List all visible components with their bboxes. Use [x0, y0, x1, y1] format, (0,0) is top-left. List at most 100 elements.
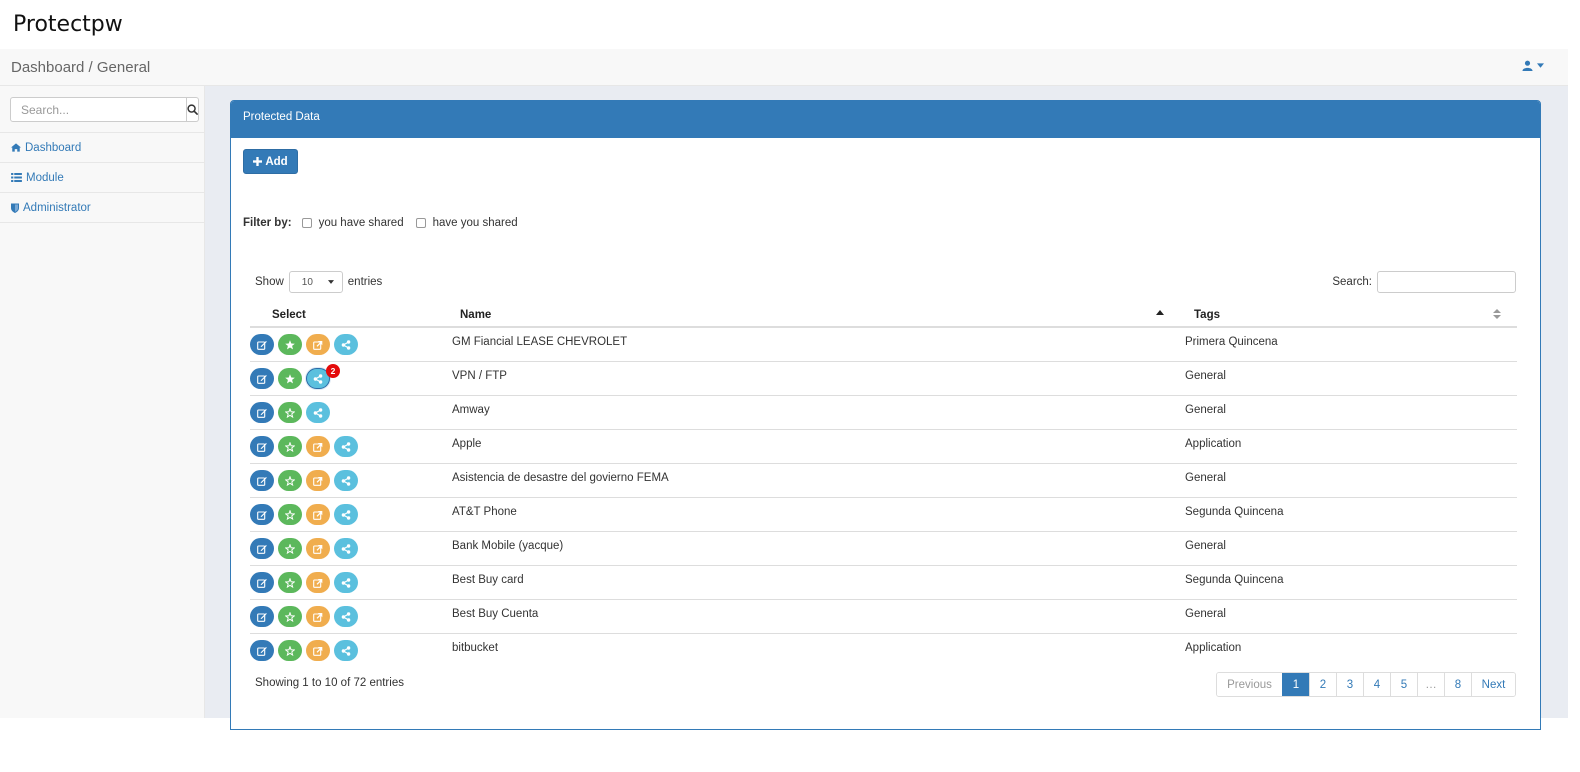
- sidebar-item-administrator[interactable]: Administrator: [0, 193, 204, 223]
- share-button[interactable]: [334, 504, 358, 525]
- caret-down-icon: [327, 280, 334, 284]
- filter-you-have-shared-checkbox[interactable]: [301, 218, 312, 228]
- edit-button[interactable]: [250, 538, 274, 559]
- open-link-button[interactable]: [306, 334, 330, 355]
- share-button[interactable]: [334, 334, 358, 355]
- share-icon: [341, 543, 351, 554]
- breadcrumb: Dashboard / General: [11, 59, 151, 76]
- open-link-button[interactable]: [306, 504, 330, 525]
- open-link-button[interactable]: [306, 606, 330, 627]
- sidebar-search-button[interactable]: [187, 97, 199, 122]
- share-button[interactable]: 2: [306, 364, 340, 389]
- share-button[interactable]: [306, 402, 330, 423]
- add-button[interactable]: Add: [243, 149, 298, 174]
- table-row: Amway General: [250, 396, 1517, 430]
- external-link-icon: [313, 646, 323, 656]
- entries-length-select[interactable]: 10: [288, 271, 343, 293]
- external-link-icon: [313, 612, 323, 622]
- open-link-button[interactable]: [306, 436, 330, 457]
- edit-button[interactable]: [250, 640, 274, 661]
- share-button[interactable]: [334, 436, 358, 457]
- star-outline-icon: [285, 475, 295, 486]
- entries-length: Show 10 entries: [255, 271, 382, 293]
- external-link-icon: [313, 510, 323, 520]
- edit-icon: [257, 340, 267, 350]
- sidebar-search-input[interactable]: [10, 97, 187, 122]
- row-tags: General: [1185, 608, 1226, 620]
- edit-button[interactable]: [250, 606, 274, 627]
- sort-both-icon[interactable]: [1493, 309, 1501, 319]
- row-tags: Primera Quincena: [1185, 336, 1278, 348]
- row-name: Best Buy Cuenta: [452, 608, 539, 620]
- row-actions: [250, 640, 358, 661]
- edit-button[interactable]: [250, 334, 274, 355]
- favorite-button[interactable]: [278, 368, 302, 389]
- table-row: Best Buy card Segunda Quincena: [250, 566, 1517, 600]
- row-tags: General: [1185, 472, 1226, 484]
- edit-button[interactable]: [250, 436, 274, 457]
- filter-option-label: have you shared: [432, 217, 518, 229]
- user-menu-dropdown[interactable]: [1522, 60, 1544, 71]
- open-link-button[interactable]: [306, 470, 330, 491]
- entries-label: entries: [347, 276, 383, 288]
- share-count-badge: 2: [326, 364, 340, 378]
- pagination-page[interactable]: 1: [1282, 673, 1309, 696]
- top-navbar: Dashboard / General: [0, 49, 1568, 86]
- favorite-button[interactable]: [278, 334, 302, 355]
- pagination-page[interactable]: 8: [1444, 673, 1471, 696]
- share-button[interactable]: [334, 606, 358, 627]
- share-icon: [341, 441, 351, 452]
- filter-have-you-shared[interactable]: have you shared: [415, 217, 518, 229]
- edit-button[interactable]: [250, 572, 274, 593]
- sort-ascending-icon[interactable]: [1156, 310, 1164, 315]
- edit-icon: [257, 510, 267, 520]
- filter-have-you-shared-checkbox[interactable]: [415, 218, 426, 228]
- share-button[interactable]: [334, 640, 358, 661]
- pagination-page[interactable]: 3: [1336, 673, 1363, 696]
- pagination-next[interactable]: Next: [1471, 673, 1515, 696]
- column-header-name[interactable]: Name: [460, 309, 491, 321]
- sidebar-item-label: Administrator: [23, 201, 91, 214]
- filter-you-have-shared[interactable]: you have shared: [301, 217, 404, 229]
- favorite-button[interactable]: [278, 470, 302, 491]
- edit-button[interactable]: [250, 402, 274, 423]
- open-link-button[interactable]: [306, 538, 330, 559]
- filter-option-label: you have shared: [318, 217, 404, 229]
- row-name: bitbucket: [452, 642, 499, 654]
- open-link-button[interactable]: [306, 572, 330, 593]
- row-tags: General: [1185, 404, 1226, 416]
- sidebar-item-module[interactable]: Module: [0, 163, 204, 193]
- favorite-button[interactable]: [278, 640, 302, 661]
- edit-button[interactable]: [250, 504, 274, 525]
- pagination-page[interactable]: 5: [1390, 673, 1417, 696]
- external-link-icon: [313, 340, 323, 350]
- external-link-icon: [313, 544, 323, 554]
- sidebar-item-dashboard[interactable]: Dashboard: [0, 133, 204, 163]
- pagination-previous[interactable]: Previous: [1217, 673, 1282, 696]
- favorite-button[interactable]: [278, 504, 302, 525]
- favorite-button[interactable]: [278, 402, 302, 423]
- column-header-tags[interactable]: Tags: [1194, 309, 1220, 321]
- pagination-page[interactable]: 4: [1363, 673, 1390, 696]
- favorite-button[interactable]: [278, 606, 302, 627]
- favorite-button[interactable]: [278, 572, 302, 593]
- sidebar: Dashboard Module Administrator: [0, 86, 205, 718]
- pagination-ellipsis: …: [1417, 673, 1444, 696]
- favorite-button[interactable]: [278, 436, 302, 457]
- favorite-button[interactable]: [278, 538, 302, 559]
- row-actions: [250, 504, 358, 525]
- user-icon: [1522, 60, 1533, 71]
- share-button[interactable]: [334, 470, 358, 491]
- table-search-input[interactable]: [1377, 271, 1516, 293]
- share-icon: [313, 407, 323, 418]
- open-link-button[interactable]: [306, 640, 330, 661]
- sidebar-nav: Dashboard Module Administrator: [0, 132, 204, 223]
- star-outline-icon: [285, 509, 295, 520]
- star-outline-icon: [285, 441, 295, 452]
- share-button[interactable]: [334, 572, 358, 593]
- share-icon: [341, 339, 351, 350]
- share-button[interactable]: [334, 538, 358, 559]
- edit-button[interactable]: [250, 368, 274, 389]
- edit-button[interactable]: [250, 470, 274, 491]
- pagination-page[interactable]: 2: [1309, 673, 1336, 696]
